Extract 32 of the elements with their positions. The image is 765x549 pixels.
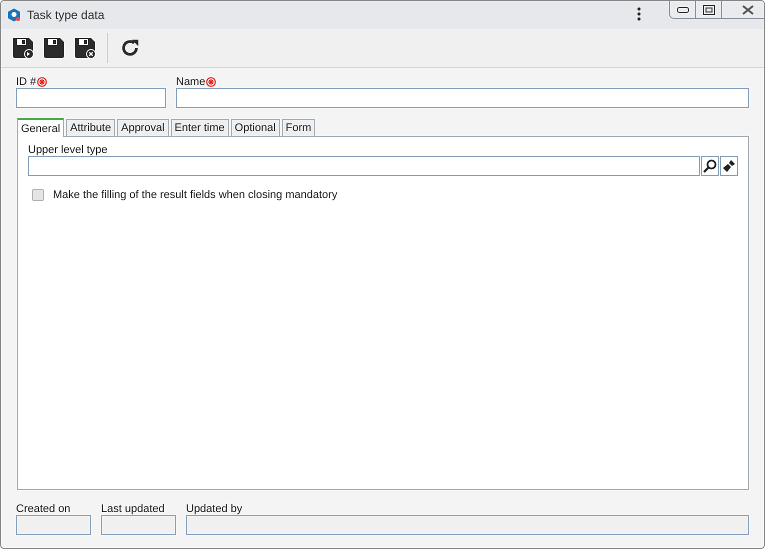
checkbox-label: Make the filling of the result fields when closing mandatory xyxy=(53,189,338,201)
tab[interactable]: General xyxy=(17,118,64,137)
window-title: Task type data xyxy=(27,8,104,22)
field-label: Name xyxy=(176,76,206,88)
minimize-icon xyxy=(676,6,688,12)
field-label: ID # xyxy=(16,76,36,88)
tab[interactable]: Attribute xyxy=(66,119,116,136)
more-icon[interactable] xyxy=(637,7,641,21)
field-label: Updated by xyxy=(186,502,244,515)
save-button[interactable] xyxy=(42,36,66,60)
refresh-icon xyxy=(119,37,141,59)
field-label: Last updated xyxy=(101,502,166,515)
search-button[interactable] xyxy=(701,156,719,176)
save-new-icon xyxy=(11,36,35,60)
save-icon xyxy=(42,36,66,60)
app-icon xyxy=(7,8,21,22)
tab[interactable]: Approval xyxy=(117,119,169,136)
text-field[interactable] xyxy=(176,88,749,108)
checkbox[interactable] xyxy=(32,189,44,201)
text-field[interactable] xyxy=(28,156,700,176)
field-label: Created on xyxy=(16,502,72,515)
tab[interactable]: Optional xyxy=(230,119,280,136)
tab[interactable]: Form xyxy=(282,119,316,136)
close-icon xyxy=(742,4,754,14)
clear-button[interactable] xyxy=(720,156,738,176)
text-field[interactable] xyxy=(16,88,166,108)
save-close-button[interactable] xyxy=(73,36,97,60)
field-label: Upper level type xyxy=(28,143,108,156)
save-new-button[interactable] xyxy=(11,36,35,60)
maximize-icon xyxy=(702,4,714,14)
tab[interactable]: Enter time xyxy=(170,119,229,136)
save-close-icon xyxy=(73,36,97,60)
